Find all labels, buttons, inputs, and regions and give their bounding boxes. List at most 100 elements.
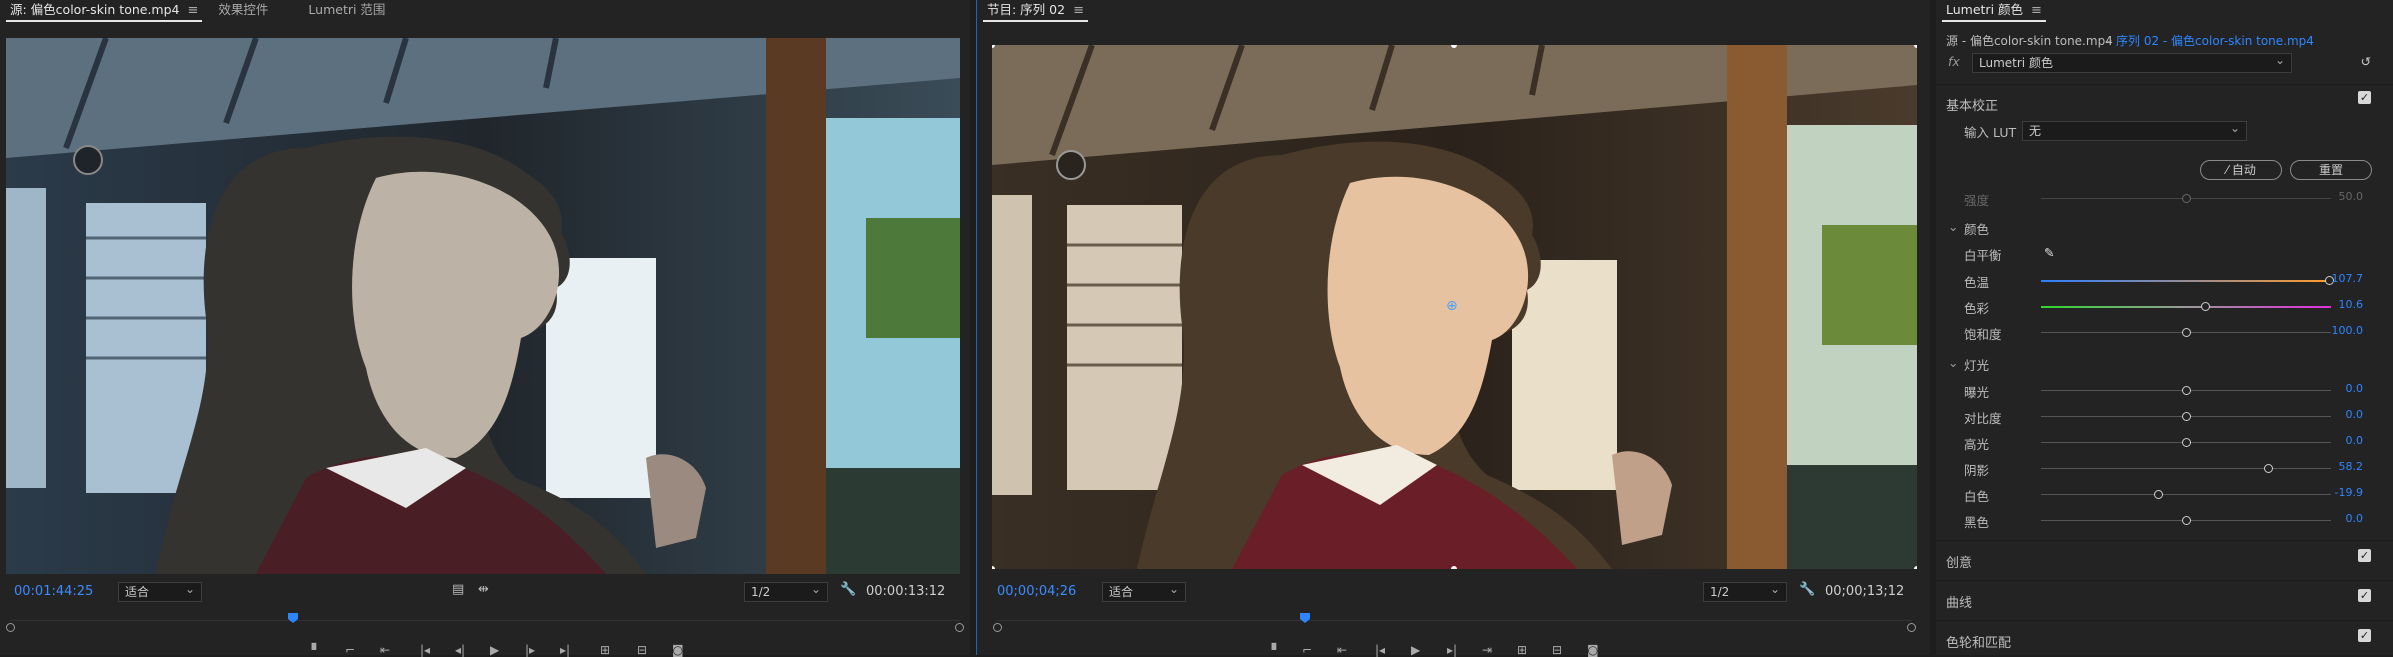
program-ruler-start: [993, 623, 1002, 632]
program-wrench-icon[interactable]: 🔧: [1799, 582, 1815, 597]
program-video-frame[interactable]: ⊕: [992, 45, 1917, 569]
program-playhead[interactable]: [1300, 613, 1310, 623]
program-tabbar: 节目: 序列 02 ≡: [977, 0, 1930, 22]
strength-value[interactable]: 50.0: [2339, 190, 2364, 203]
light-value[interactable]: 0.0: [2346, 434, 2364, 447]
temperature-slider[interactable]: [2041, 276, 2334, 285]
tab-source[interactable]: 源: 偏色color-skin tone.mp4 ≡: [0, 0, 208, 22]
color-wheels-checkbox[interactable]: ✓: [2358, 629, 2371, 642]
tab-source-label: 源: 偏色color-skin tone.mp4: [10, 2, 180, 17]
source-settings-icon[interactable]: ▤: [452, 582, 464, 597]
eyedropper-icon[interactable]: ✎: [2044, 245, 2054, 260]
light-slider[interactable]: [2041, 516, 2331, 525]
light-knob[interactable]: [2182, 412, 2191, 421]
strength-knob[interactable]: [2182, 194, 2191, 203]
program-playhead-timecode[interactable]: 00;00;04;26: [997, 584, 1076, 599]
light-value[interactable]: -19.9: [2335, 486, 2363, 499]
light-knob[interactable]: [2154, 490, 2163, 499]
program-timeline-ruler[interactable]: [993, 613, 1916, 634]
effect-dropdown[interactable]: Lumetri 颜色: [1972, 51, 2292, 73]
strength-label: 强度: [1964, 193, 1990, 208]
light-knob[interactable]: [2182, 386, 2191, 395]
light-knob[interactable]: [2264, 464, 2273, 473]
program-fit-dropdown[interactable]: 适合: [1102, 580, 1186, 602]
tab-menu-icon[interactable]: ≡: [187, 3, 198, 18]
light-value[interactable]: 0.0: [2346, 408, 2364, 421]
light-row: 黑色 0.0: [1936, 512, 2393, 534]
source-playhead-timecode[interactable]: 00:01:44:25: [14, 584, 93, 599]
light-slider[interactable]: [2041, 386, 2331, 395]
saturation-value[interactable]: 100.0: [2332, 324, 2364, 337]
light-row: 对比度 0.0: [1936, 408, 2393, 430]
light-row: 曝光 0.0: [1936, 382, 2393, 404]
source-monitor: 源: 偏色color-skin tone.mp4 ≡ 效果控件 Lumetri …: [0, 0, 970, 657]
light-subsection-header[interactable]: ⌄ 灯光: [1936, 355, 2393, 377]
chevron-down-icon: ⌄: [1948, 355, 1959, 370]
saturation-slider[interactable]: [2041, 328, 2331, 337]
tint-slider[interactable]: [2041, 302, 2331, 311]
saturation-knob[interactable]: [2182, 328, 2191, 337]
light-label: 曝光: [1964, 385, 1990, 400]
transform-handle-tr[interactable]: [1914, 45, 1917, 48]
light-label: 白色: [1964, 489, 1990, 504]
chevron-down-icon: ⌄: [1948, 219, 1959, 234]
source-frame-image: [6, 38, 960, 574]
tab-lumetri-color[interactable]: Lumetri 颜色 ≡: [1936, 0, 2052, 22]
tab-menu-icon[interactable]: ≡: [1073, 3, 1084, 18]
light-slider[interactable]: [2041, 438, 2331, 447]
curves-checkbox[interactable]: ✓: [2358, 589, 2371, 602]
source-video-frame[interactable]: [6, 38, 960, 574]
reset-effect-icon[interactable]: ↺: [2361, 54, 2371, 69]
tint-value[interactable]: 10.6: [2339, 298, 2364, 311]
light-slider[interactable]: [2041, 412, 2331, 421]
source-clip-label[interactable]: 源 - 偏色color-skin tone.mp4: [1946, 32, 2113, 49]
program-quality-dropdown[interactable]: 1/2: [1703, 580, 1787, 602]
creative-title[interactable]: 创意: [1946, 552, 1972, 571]
program-duration-timecode: 00;00;13;12: [1825, 584, 1905, 599]
light-value[interactable]: 0.0: [2346, 512, 2364, 525]
light-value[interactable]: 58.2: [2339, 460, 2364, 473]
reset-button[interactable]: 重置: [2290, 160, 2372, 180]
input-lut-dropdown[interactable]: 无: [2022, 119, 2247, 141]
transform-handle-bc[interactable]: [1451, 566, 1457, 569]
sequence-clip-label[interactable]: 序列 02 - 偏色color-skin tone.mp4: [2116, 32, 2314, 49]
light-knob[interactable]: [2182, 438, 2191, 447]
source-fit-dropdown[interactable]: 适合: [118, 580, 202, 602]
tab-menu-icon[interactable]: ≡: [2031, 3, 2042, 18]
color-subsection-header[interactable]: ⌄ 颜色: [1936, 219, 2393, 241]
source-wrench-icon[interactable]: 🔧: [840, 582, 856, 597]
white-balance-row: 白平衡 ✎: [1936, 245, 2393, 267]
tab-lumetri-scopes[interactable]: Lumetri 范围: [298, 0, 395, 22]
light-subsection-title: 灯光: [1964, 358, 1990, 373]
light-row: 白色 -19.9: [1936, 486, 2393, 508]
light-slider[interactable]: [2041, 490, 2331, 499]
color-wheels-section: 色轮和匹配 ✓: [1936, 620, 2393, 656]
light-knob[interactable]: [2182, 516, 2191, 525]
source-quality-dropdown[interactable]: 1/2: [744, 580, 828, 602]
tab-program[interactable]: 节目: 序列 02 ≡: [977, 0, 1094, 22]
source-playhead[interactable]: [288, 613, 298, 623]
strength-slider[interactable]: [2041, 194, 2331, 203]
light-row: 高光 0.0: [1936, 434, 2393, 456]
program-transport: ▝ ⌐ ⇤ |◂ ▶ ▸| ⇥ ⊞ ⊟ ◙: [977, 643, 1930, 657]
effect-row: fx Lumetri 颜色 ↺: [1936, 51, 2393, 76]
light-slider[interactable]: [2041, 464, 2331, 473]
curves-title[interactable]: 曲线: [1946, 592, 1972, 611]
light-value[interactable]: 0.0: [2346, 382, 2364, 395]
basic-correction-title[interactable]: 基本校正: [1946, 95, 1998, 114]
source-insert-icon[interactable]: ⇹: [478, 582, 489, 597]
anchor-point-icon[interactable]: ⊕: [1446, 298, 1458, 314]
transform-handle-br[interactable]: [1914, 566, 1917, 569]
tab-effect-controls[interactable]: 效果控件: [208, 0, 278, 22]
creative-checkbox[interactable]: ✓: [2358, 549, 2371, 562]
clip-dropdown-icon[interactable]: ⌄: [2104, 32, 2114, 46]
light-label: 对比度: [1964, 411, 2002, 426]
temperature-value[interactable]: 107.7: [2332, 272, 2364, 285]
source-timeline-ruler[interactable]: [6, 613, 964, 634]
basic-correction-checkbox[interactable]: ✓: [2358, 91, 2371, 104]
transform-handle-bl[interactable]: [992, 566, 995, 569]
color-wheels-title[interactable]: 色轮和匹配: [1946, 632, 2011, 651]
tint-row: 色彩 10.6: [1936, 298, 2393, 320]
tint-knob[interactable]: [2201, 302, 2210, 311]
auto-button[interactable]: ⁄ 自动: [2200, 160, 2282, 180]
